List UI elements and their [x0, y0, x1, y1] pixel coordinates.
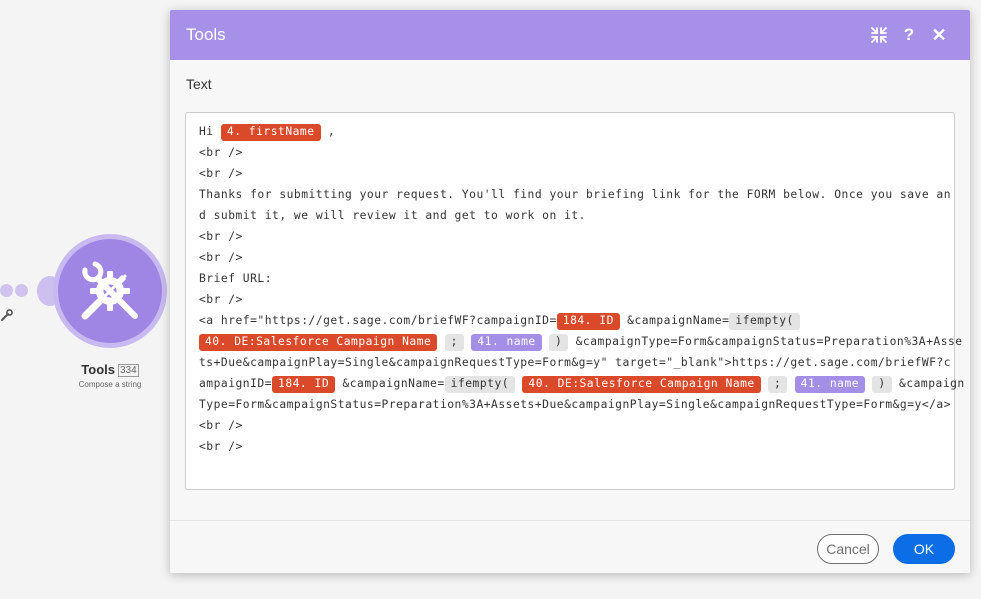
- module-sublabel: Compose a string: [78, 380, 142, 389]
- dialog-footer: Cancel OK: [170, 520, 970, 574]
- help-icon: ?: [903, 25, 915, 44]
- ok-button[interactable]: OK: [893, 534, 955, 564]
- editor-text: d submit it, we will review it and get t…: [199, 209, 586, 222]
- editor-text: [787, 377, 794, 390]
- dialog-title: Tools: [186, 25, 226, 44]
- editor-line: 40. DE:Salesforce Campaign Name ; 41. na…: [199, 331, 962, 352]
- editor-line: <br />: [199, 436, 944, 457]
- editor-line: d submit it, we will review it and get t…: [199, 205, 944, 226]
- editor-line: Hi 4. firstName ,: [199, 121, 944, 142]
- collapse-button[interactable]: [864, 20, 894, 50]
- editor-text: [515, 377, 522, 390]
- editor-text: ampaignID=: [199, 377, 273, 390]
- editor-text: <br />: [199, 293, 243, 306]
- function-pill[interactable]: ): [872, 376, 892, 393]
- editor-text: Brief URL:: [199, 272, 273, 285]
- mapping-pill[interactable]: 41. name: [471, 334, 542, 351]
- editor-line: <br />: [199, 226, 944, 247]
- editor-text: ts+Due&campaignPlay=Single&campaignReque…: [199, 356, 952, 369]
- editor-text: <br />: [199, 440, 243, 453]
- tools-icon: [81, 261, 138, 320]
- editor-text: Thanks for submitting your request. You'…: [199, 188, 952, 201]
- help-button[interactable]: ?: [894, 20, 924, 50]
- editor-text: &campaignName=: [619, 314, 730, 327]
- editor-text: <br />: [199, 146, 243, 159]
- text-editor[interactable]: Hi 4. firstName , <br /> <br /> Thanks for …: [185, 112, 964, 490]
- close-button[interactable]: ✕: [924, 20, 954, 50]
- close-icon: ✕: [931, 24, 947, 45]
- module-title: Tools: [81, 362, 115, 377]
- editor-text: [437, 335, 444, 348]
- editor-text: [464, 335, 471, 348]
- wrench-icon[interactable]: [0, 308, 14, 322]
- editor-text: ,: [320, 125, 336, 138]
- mapping-pill[interactable]: 184. ID: [272, 376, 336, 393]
- editor-text: Type=Form&campaignStatus=Preparation%3A+…: [199, 398, 952, 411]
- editor-line: <a href="https://get.sage.com/briefWF?ca…: [199, 310, 944, 331]
- mapping-pill[interactable]: 184. ID: [556, 313, 620, 330]
- function-pill[interactable]: ;: [768, 376, 788, 393]
- dialog-header: Tools ? ✕: [170, 10, 970, 60]
- editor-text: [865, 377, 872, 390]
- editor-line: Thanks for submitting your request. You'…: [199, 184, 951, 205]
- editor-line: Brief URL:: [199, 268, 944, 289]
- editor-text: Hi: [199, 125, 221, 138]
- editor-line: Type=Form&campaignStatus=Preparation%3A+…: [199, 394, 951, 415]
- function-pill[interactable]: ifempty(: [444, 376, 516, 393]
- tools-dialog: Tools ? ✕ Text Hi 4. firstName , <br /> <b…: [170, 10, 970, 573]
- editor-line: ts+Due&campaignPlay=Single&campaignReque…: [199, 352, 951, 373]
- function-pill[interactable]: ): [549, 334, 569, 351]
- editor-line: <br />: [199, 163, 944, 184]
- editor-text: &campaignType=Form&campaignStatus=Prepar…: [568, 335, 963, 348]
- mapping-pill[interactable]: 40. DE:Salesforce Campaign Name: [199, 334, 438, 351]
- module-label: Tools 334: [60, 362, 160, 377]
- editor-line: <br />: [199, 247, 944, 268]
- editor-text: <br />: [199, 230, 243, 243]
- function-pill[interactable]: ifempty(: [729, 313, 800, 330]
- editor-line: <br />: [199, 289, 944, 310]
- editor-text: <br />: [199, 167, 243, 180]
- editor-text: &campaign: [891, 377, 965, 390]
- editor-text: [542, 335, 549, 348]
- tools-module-circle[interactable]: [58, 239, 162, 343]
- editor-line: ampaignID= 184. ID &campaignName= ifempty(…: [199, 373, 964, 394]
- editor-text: <br />: [199, 419, 243, 432]
- text-editor-content[interactable]: Hi 4. firstName , <br /> <br /> Thanks for …: [186, 113, 964, 457]
- collapse-icon: [871, 27, 887, 43]
- editor-text: <a href="https://get.sage.com/briefWF?ca…: [199, 314, 557, 327]
- editor-text: <br />: [199, 251, 243, 264]
- text-field-label: Text: [186, 76, 212, 92]
- function-pill[interactable]: ;: [444, 334, 464, 351]
- editor-text: [761, 377, 768, 390]
- cancel-button[interactable]: Cancel: [817, 534, 879, 564]
- editor-line: <br />: [199, 142, 944, 163]
- editor-text: &campaignName=: [335, 377, 445, 390]
- mapping-pill[interactable]: 4. firstName: [220, 124, 321, 141]
- editor-line: <br />: [199, 415, 944, 436]
- mapping-pill[interactable]: 41. name: [794, 376, 866, 393]
- mapping-pill[interactable]: 40. DE:Salesforce Campaign Name: [522, 376, 761, 393]
- module-id-badge: 334: [118, 364, 139, 377]
